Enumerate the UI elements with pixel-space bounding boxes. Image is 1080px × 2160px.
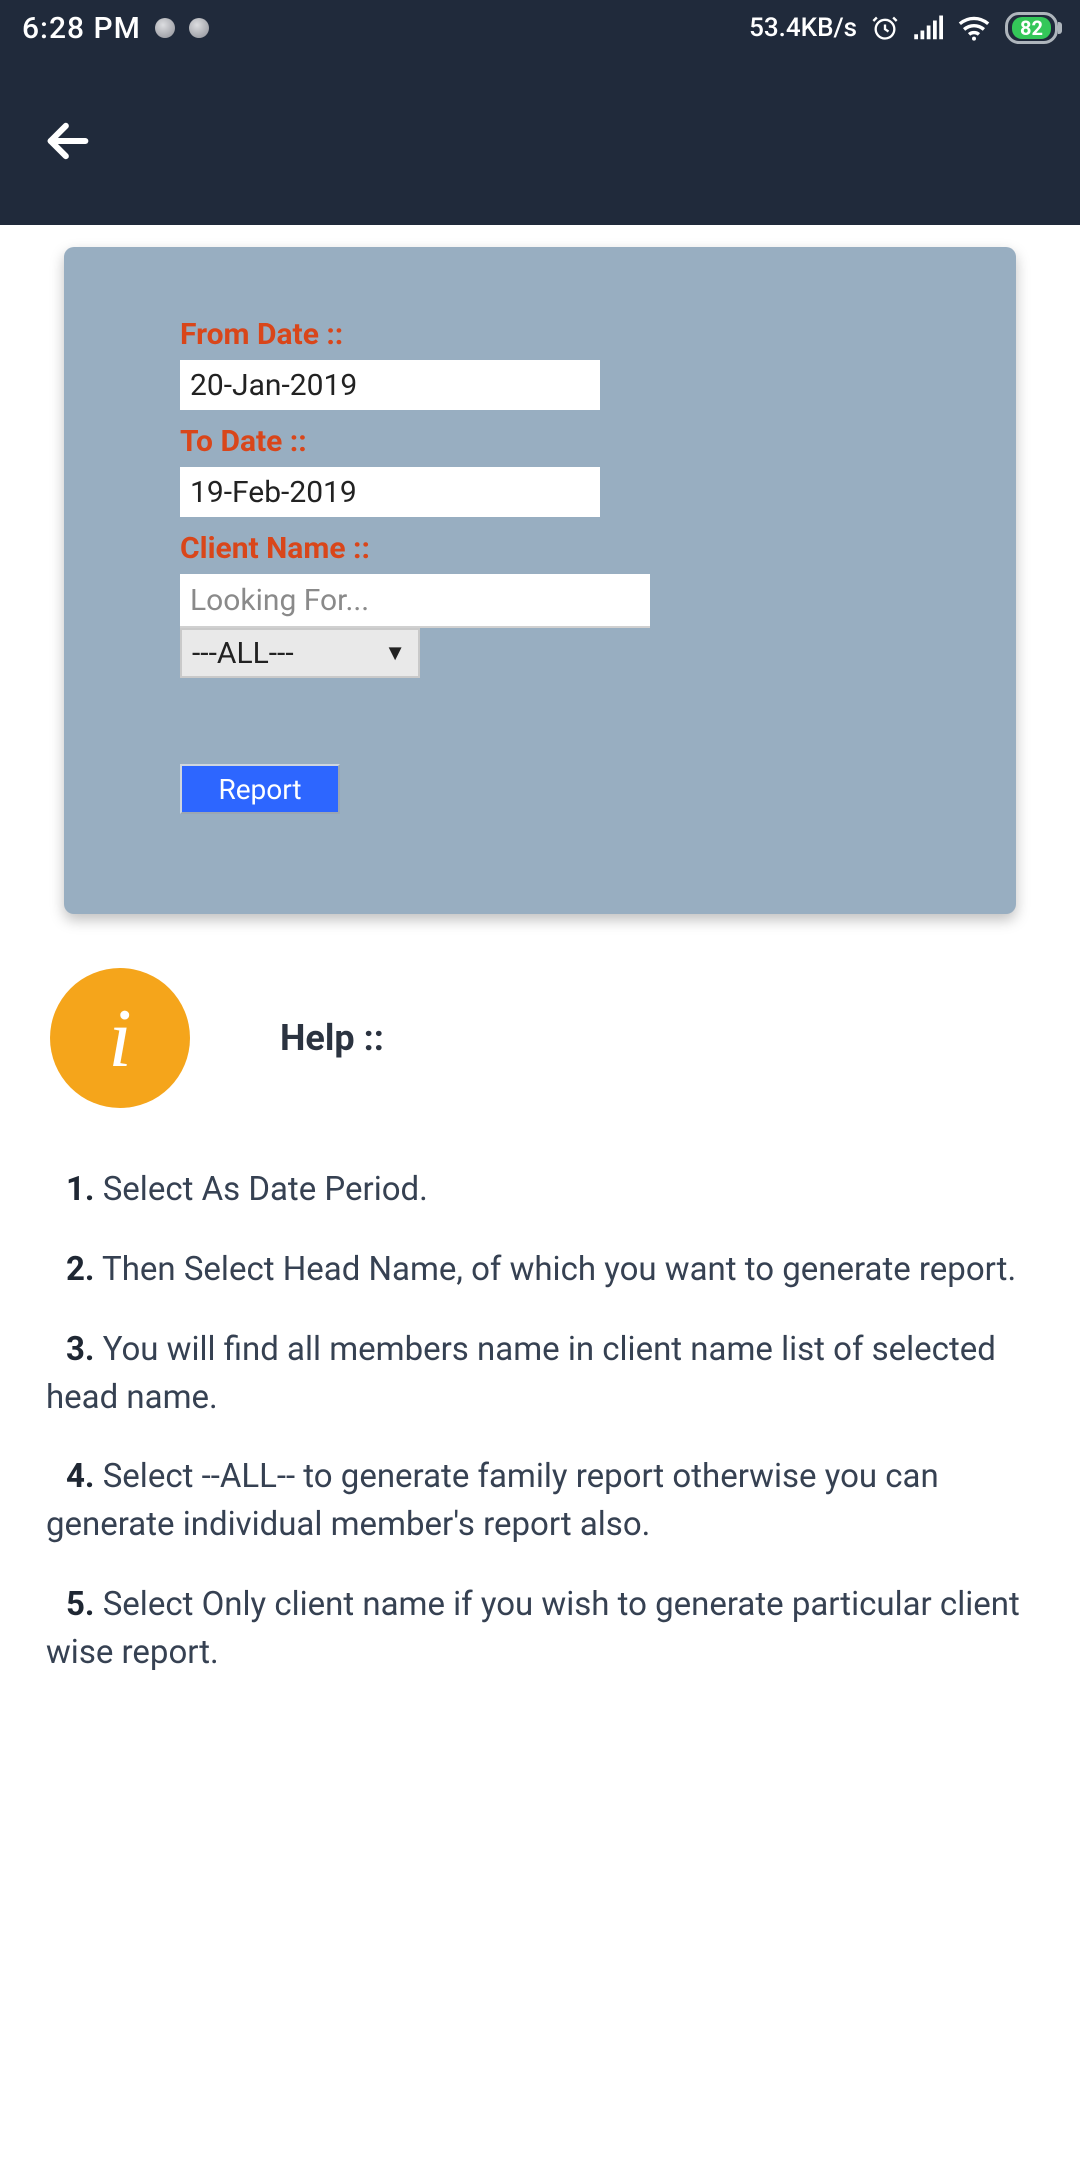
- help-item-number: 1.: [66, 1170, 95, 1209]
- help-title: Help ::: [280, 1017, 384, 1059]
- wifi-icon: [957, 14, 991, 42]
- help-item: 5. Select Only client name if you wish t…: [46, 1581, 1034, 1677]
- help-item: 4. Select --ALL-- to generate family rep…: [46, 1453, 1034, 1549]
- help-item-text: Select --ALL-- to generate family report…: [46, 1457, 939, 1544]
- status-clock: 6:28 PM: [22, 11, 141, 46]
- help-list: 1. Select As Date Period. 2. Then Select…: [0, 1108, 1080, 1677]
- to-date-label: To Date ::: [180, 424, 900, 459]
- status-left: 6:28 PM: [22, 11, 209, 46]
- status-dot-icon: [155, 18, 175, 38]
- help-item: 3. You will find all members name in cli…: [46, 1326, 1034, 1422]
- help-item-text: Select Only client name if you wish to g…: [46, 1585, 1020, 1672]
- alarm-icon: [871, 14, 899, 42]
- report-filter-card: From Date :: To Date :: Client Name :: -…: [64, 247, 1016, 914]
- help-item-text: Then Select Head Name, of which you want…: [95, 1250, 1017, 1289]
- page-content: From Date :: To Date :: Client Name :: -…: [0, 225, 1080, 1677]
- help-item-number: 4.: [66, 1457, 95, 1496]
- info-icon: i: [50, 968, 190, 1108]
- report-button[interactable]: Report: [180, 764, 340, 814]
- net-speed: 53.4KB/s: [749, 13, 857, 43]
- status-dot-icon: [189, 18, 209, 38]
- help-item-text: Select As Date Period.: [95, 1170, 428, 1209]
- client-dropdown-selected: ---ALL---: [192, 636, 294, 671]
- client-name-label: Client Name ::: [180, 531, 900, 566]
- status-right: 53.4KB/s 82: [749, 12, 1058, 44]
- back-arrow-icon[interactable]: [42, 115, 94, 167]
- client-name-search-input[interactable]: [180, 574, 650, 628]
- help-item-number: 2.: [66, 1250, 95, 1289]
- status-bar: 6:28 PM 53.4KB/s 82: [0, 0, 1080, 56]
- cell-signal-icon: [913, 14, 943, 42]
- help-item-number: 3.: [66, 1330, 95, 1369]
- chevron-down-icon: ▼: [384, 640, 406, 666]
- client-dropdown[interactable]: ---ALL--- ▼: [180, 628, 420, 678]
- battery-icon: 82: [1005, 12, 1058, 44]
- to-date-input[interactable]: [180, 467, 600, 517]
- battery-percentage: 82: [1012, 17, 1051, 39]
- help-header: i Help ::: [0, 914, 1080, 1108]
- help-item: 1. Select As Date Period.: [46, 1166, 1034, 1214]
- help-item: 2. Then Select Head Name, of which you w…: [46, 1246, 1034, 1294]
- from-date-input[interactable]: [180, 360, 600, 410]
- help-item-number: 5.: [66, 1585, 95, 1624]
- app-toolbar: [0, 56, 1080, 225]
- from-date-label: From Date ::: [180, 317, 900, 352]
- help-item-text: You will find all members name in client…: [46, 1330, 996, 1417]
